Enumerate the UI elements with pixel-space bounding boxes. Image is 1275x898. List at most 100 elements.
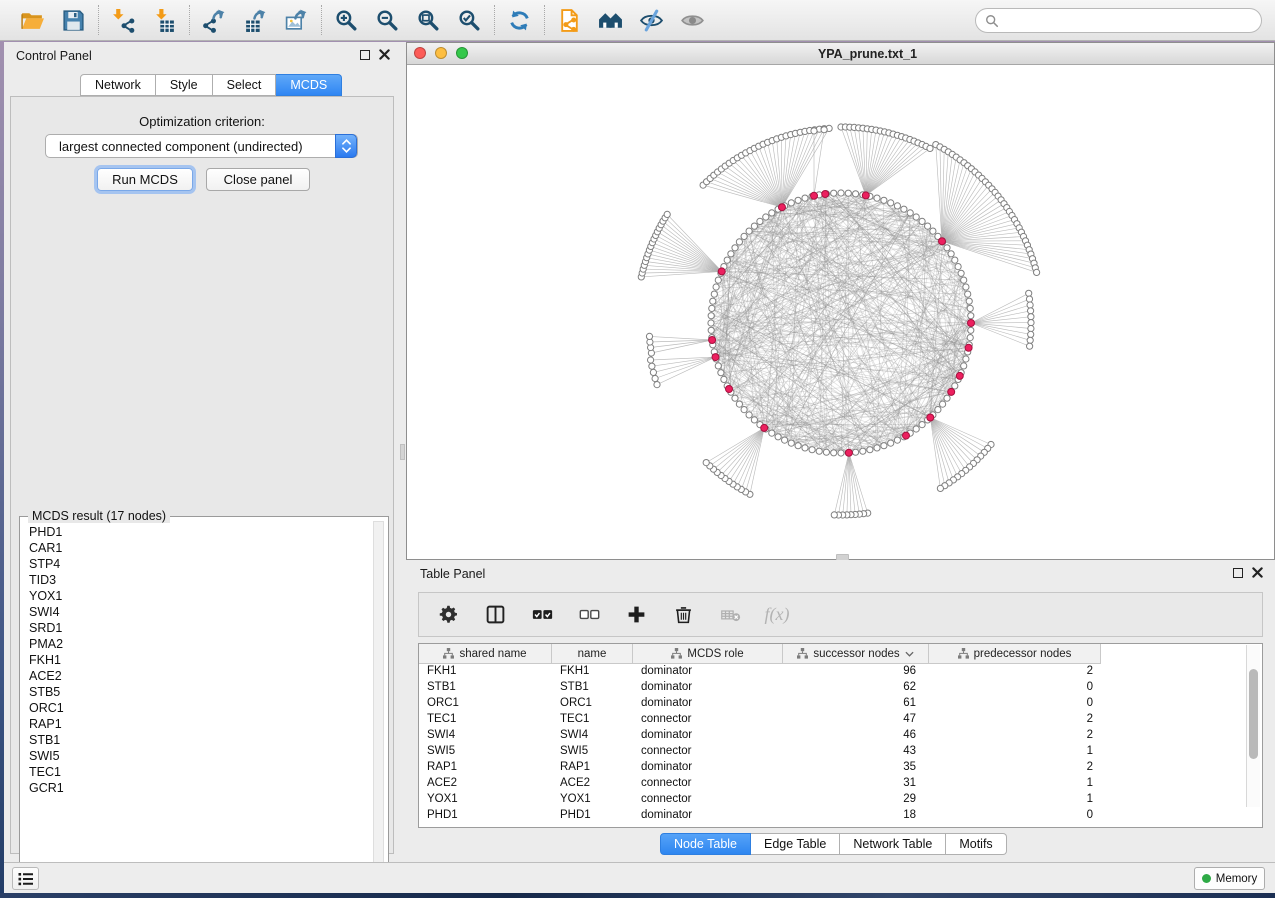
cell-shared[interactable]: STB1: [419, 680, 552, 696]
table-scrollbar[interactable]: [1246, 645, 1260, 807]
cell-role[interactable]: dominator: [633, 728, 783, 744]
cell-shared[interactable]: TEC1: [419, 712, 552, 728]
cell-role[interactable]: connector: [633, 792, 783, 808]
cell-name[interactable]: STB1: [552, 680, 633, 696]
table-row[interactable]: YOX1YOX1connector291: [419, 792, 1101, 808]
memory-button[interactable]: Memory: [1194, 867, 1265, 890]
cell-pred[interactable]: 2: [929, 712, 1101, 728]
import-network-icon[interactable]: [110, 7, 137, 34]
optimization-criterion-dropdown[interactable]: largest connected component (undirected): [45, 134, 358, 158]
cell-role[interactable]: dominator: [633, 808, 783, 824]
cell-pred[interactable]: 2: [929, 664, 1101, 680]
cell-succ[interactable]: 46: [783, 728, 929, 744]
zoom-window-light[interactable]: [456, 47, 468, 59]
table-row[interactable]: TEC1TEC1connector472: [419, 712, 1101, 728]
export-image-icon[interactable]: [283, 7, 310, 34]
cell-shared[interactable]: FKH1: [419, 664, 552, 680]
cell-name[interactable]: ACE2: [552, 776, 633, 792]
column-header-pred[interactable]: predecessor nodes: [929, 644, 1101, 663]
tab-network[interactable]: Network: [80, 74, 156, 96]
show-all-icon[interactable]: [679, 7, 706, 34]
minimize-window-light[interactable]: [435, 47, 447, 59]
cell-pred[interactable]: 2: [929, 760, 1101, 776]
cell-name[interactable]: TEC1: [552, 712, 633, 728]
cell-shared[interactable]: YOX1: [419, 792, 552, 808]
export-network-icon[interactable]: [201, 7, 228, 34]
mcds-result-item[interactable]: STB1: [22, 732, 374, 748]
cell-succ[interactable]: 61: [783, 696, 929, 712]
mcds-result-item[interactable]: ACE2: [22, 668, 374, 684]
cell-pred[interactable]: 1: [929, 744, 1101, 760]
cell-name[interactable]: FKH1: [552, 664, 633, 680]
tab-network-table[interactable]: Network Table: [840, 833, 946, 855]
close-panel-icon[interactable]: [379, 49, 390, 60]
column-header-shared[interactable]: shared name: [419, 644, 552, 663]
tab-motifs[interactable]: Motifs: [946, 833, 1006, 855]
deselect-all-icon[interactable]: [577, 603, 601, 627]
cell-succ[interactable]: 96: [783, 664, 929, 680]
save-session-icon[interactable]: [60, 7, 87, 34]
cell-role[interactable]: connector: [633, 776, 783, 792]
zoom-selected-icon[interactable]: [456, 7, 483, 34]
columns-icon[interactable]: [483, 603, 507, 627]
cell-shared[interactable]: PHD1: [419, 808, 552, 824]
mcds-result-scrollbar[interactable]: [373, 521, 384, 883]
mcds-result-item[interactable]: STB5: [22, 684, 374, 700]
cell-role[interactable]: connector: [633, 712, 783, 728]
close-window-light[interactable]: [414, 47, 426, 59]
float-table-panel-icon[interactable]: [1233, 568, 1243, 578]
cell-shared[interactable]: SWI5: [419, 744, 552, 760]
tab-style[interactable]: Style: [156, 74, 213, 96]
cell-role[interactable]: dominator: [633, 680, 783, 696]
cell-pred[interactable]: 2: [929, 728, 1101, 744]
zoom-fit-icon[interactable]: [415, 7, 442, 34]
table-row[interactable]: ORC1ORC1dominator610: [419, 696, 1101, 712]
cell-pred[interactable]: 1: [929, 792, 1101, 808]
tab-select[interactable]: Select: [213, 74, 277, 96]
cell-shared[interactable]: ACE2: [419, 776, 552, 792]
cell-succ[interactable]: 62: [783, 680, 929, 696]
cell-role[interactable]: connector: [633, 744, 783, 760]
cell-shared[interactable]: RAP1: [419, 760, 552, 776]
open-session-icon[interactable]: [19, 7, 46, 34]
cell-succ[interactable]: 47: [783, 712, 929, 728]
cell-pred[interactable]: 0: [929, 696, 1101, 712]
vertical-splitter-handle[interactable]: [400, 444, 405, 460]
mcds-result-item[interactable]: STP4: [22, 556, 374, 572]
mcds-result-item[interactable]: ORC1: [22, 700, 374, 716]
cell-succ[interactable]: 31: [783, 776, 929, 792]
mcds-result-item[interactable]: YOX1: [22, 588, 374, 604]
table-row[interactable]: FKH1FKH1dominator962: [419, 664, 1101, 680]
table-row[interactable]: RAP1RAP1dominator352: [419, 760, 1101, 776]
tab-mcds[interactable]: MCDS: [276, 74, 342, 96]
table-row[interactable]: STB1STB1dominator620: [419, 680, 1101, 696]
new-network-from-selection-icon[interactable]: [556, 7, 583, 34]
table-row[interactable]: PHD1PHD1dominator180: [419, 808, 1101, 824]
hide-selected-icon[interactable]: [638, 7, 665, 34]
search-field[interactable]: [975, 8, 1262, 33]
cell-pred[interactable]: 0: [929, 808, 1101, 824]
mcds-result-item[interactable]: RAP1: [22, 716, 374, 732]
delete-row-icon[interactable]: [671, 603, 695, 627]
cell-succ[interactable]: 35: [783, 760, 929, 776]
zoom-in-icon[interactable]: [333, 7, 360, 34]
mcds-result-item[interactable]: GCR1: [22, 780, 374, 796]
cell-role[interactable]: dominator: [633, 760, 783, 776]
first-neighbors-icon[interactable]: [597, 7, 624, 34]
cell-name[interactable]: RAP1: [552, 760, 633, 776]
cell-succ[interactable]: 43: [783, 744, 929, 760]
table-row[interactable]: ACE2ACE2connector311: [419, 776, 1101, 792]
table-row[interactable]: SWI4SWI4dominator462: [419, 728, 1101, 744]
mcds-result-item[interactable]: SRD1: [22, 620, 374, 636]
run-mcds-button[interactable]: Run MCDS: [97, 168, 193, 191]
close-table-panel-icon[interactable]: [1252, 567, 1263, 578]
column-header-succ[interactable]: successor nodes: [783, 644, 929, 663]
cell-shared[interactable]: SWI4: [419, 728, 552, 744]
mcds-result-item[interactable]: PMA2: [22, 636, 374, 652]
import-table-icon[interactable]: [151, 7, 178, 34]
mcds-result-item[interactable]: FKH1: [22, 652, 374, 668]
close-panel-button[interactable]: Close panel: [206, 168, 310, 191]
export-table-icon[interactable]: [242, 7, 269, 34]
mcds-result-item[interactable]: SWI4: [22, 604, 374, 620]
column-header-role[interactable]: MCDS role: [633, 644, 783, 663]
